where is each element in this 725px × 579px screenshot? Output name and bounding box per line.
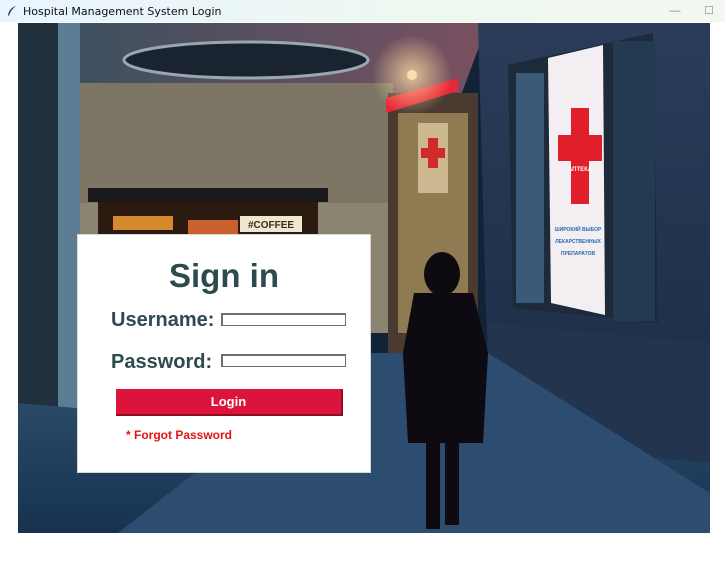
forgot-password-link[interactable]: * Forgot Password	[126, 428, 232, 442]
svg-text:ПРЕПАРАТОВ: ПРЕПАРАТОВ	[561, 251, 596, 257]
svg-text:ЛЕКАРСТВЕННЫХ: ЛЕКАРСТВЕННЫХ	[555, 239, 601, 245]
password-label: Password:	[111, 351, 213, 373]
password-input[interactable]	[221, 354, 346, 367]
login-button[interactable]: Login	[116, 389, 343, 416]
window-title: Hospital Management System Login	[23, 4, 222, 18]
window-controls: — ☐	[667, 0, 717, 22]
username-input[interactable]	[221, 313, 346, 326]
username-label: Username:	[111, 309, 215, 331]
title-bar: Hospital Management System Login — ☐	[0, 0, 725, 22]
sign-in-heading: Sign in	[169, 257, 279, 294]
minimize-button[interactable]: —	[667, 0, 683, 22]
maximize-button[interactable]: ☐	[701, 0, 717, 22]
pharmacy-sign: АПТЕКА	[568, 167, 593, 173]
svg-text:ШИРОКИЙ ВЫБОР: ШИРОКИЙ ВЫБОР	[555, 225, 602, 233]
login-panel: Sign in Username: Password: Login * Forg…	[78, 235, 370, 472]
feather-icon	[8, 6, 16, 16]
coffee-sign: #COFFEE	[248, 220, 294, 231]
